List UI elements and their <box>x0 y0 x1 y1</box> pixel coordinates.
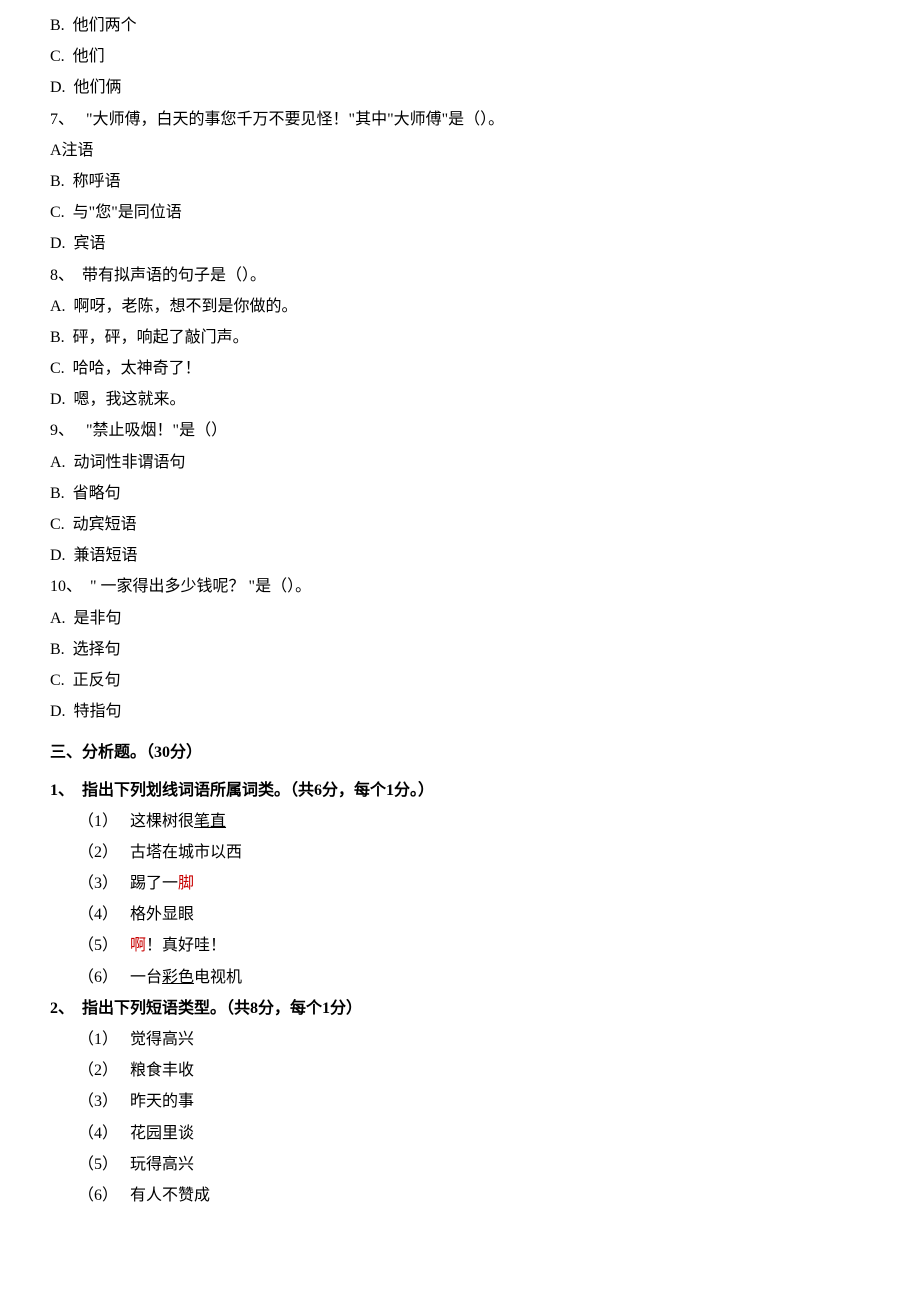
q10-option-a: A. 是非句 <box>50 603 870 634</box>
q7-option-d: D. 宾语 <box>50 228 870 259</box>
q6-option-c: C. 他们 <box>50 41 870 72</box>
s3-p1-i3-red: 脚 <box>178 875 194 892</box>
s3-p2-item4: （4） 花园里谈 <box>50 1118 870 1149</box>
q8-option-a: A. 啊呀，老陈，想不到是你做的。 <box>50 291 870 322</box>
s3-p2-item1: （1） 觉得高兴 <box>50 1024 870 1055</box>
s3-p2-item5: （5） 玩得高兴 <box>50 1149 870 1180</box>
s3-p1-item3: （3） 踢了一脚 <box>50 868 870 899</box>
q6-option-b: B. 他们两个 <box>50 10 870 41</box>
s3-p2-item6: （6） 有人不赞成 <box>50 1180 870 1211</box>
s3-p1-i6-post: 电视机 <box>194 969 242 986</box>
q9-option-b: B. 省略句 <box>50 478 870 509</box>
q9-option-a: A. 动词性非谓语句 <box>50 447 870 478</box>
s3-p1-i3-pre: （3） 踢了一 <box>78 875 178 892</box>
q8-option-b: B. 砰，砰，响起了敲门声。 <box>50 322 870 353</box>
s3-p1-item4: （4） 格外显眼 <box>50 899 870 930</box>
q10-prompt: 10、 " 一家得出多少钱呢？ "是（）。 <box>50 571 870 602</box>
q10-option-b: B. 选择句 <box>50 634 870 665</box>
s3-p1-i5-pre: （5） <box>78 937 130 954</box>
s3-p1-item1: （1） 这棵树很笔直 <box>50 806 870 837</box>
s3-p1-i1-pre: （1） 这棵树很 <box>78 813 194 830</box>
s3-p1-i5-post: ！真好哇！ <box>146 937 226 954</box>
q8-prompt: 8、 带有拟声语的句子是（）。 <box>50 260 870 291</box>
q9-option-d: D. 兼语短语 <box>50 540 870 571</box>
s3-p1-i1-underlined: 笔直 <box>194 813 226 830</box>
q7-option-b: B. 称呼语 <box>50 166 870 197</box>
section3-heading: 三、分析题。（30分） <box>50 737 870 768</box>
q7-option-a: A注语 <box>50 135 870 166</box>
s3-p1-prompt: 1、 指出下列划线词语所属词类。（共6分，每个1分。） <box>50 775 870 806</box>
s3-p2-item3: （3） 昨天的事 <box>50 1086 870 1117</box>
q9-option-c: C. 动宾短语 <box>50 509 870 540</box>
q7-prompt: 7、 "大师傅，白天的事您千万不要见怪！"其中"大师傅"是（）。 <box>50 104 870 135</box>
s3-p2-item2: （2） 粮食丰收 <box>50 1055 870 1086</box>
q6-option-d: D. 他们俩 <box>50 72 870 103</box>
q9-prompt: 9、 "禁止吸烟！"是（） <box>50 415 870 446</box>
s3-p2-prompt: 2、 指出下列短语类型。（共8分，每个1分） <box>50 993 870 1024</box>
q8-option-c: C. 哈哈，太神奇了！ <box>50 353 870 384</box>
q7-option-c: C. 与"您"是同位语 <box>50 197 870 228</box>
s3-p1-item2: （2） 古塔在城市以西 <box>50 837 870 868</box>
q10-option-d: D. 特指句 <box>50 696 870 727</box>
s3-p1-i5-red: 啊 <box>130 937 146 954</box>
s3-p1-item5: （5） 啊！真好哇！ <box>50 930 870 961</box>
q10-option-c: C. 正反句 <box>50 665 870 696</box>
s3-p1-i6-pre: （6） 一台 <box>78 969 162 986</box>
q8-option-d: D. 嗯，我这就来。 <box>50 384 870 415</box>
s3-p1-item6: （6） 一台彩色电视机 <box>50 962 870 993</box>
s3-p1-i6-underlined: 彩色 <box>162 969 194 986</box>
